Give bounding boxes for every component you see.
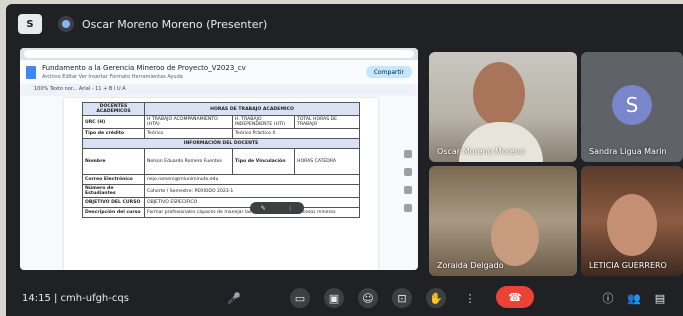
table-header: DOCENTES ACADEMICOS xyxy=(82,102,145,116)
meet-logo-icon: S xyxy=(18,14,42,34)
table-cell: nejo.romero@miuniminuto.edu xyxy=(144,174,360,185)
table-cell: TOTAL HORAS DE TRABAJO xyxy=(294,115,360,129)
doc-table: DOCENTES ACADEMICOS HORAS DE TRABAJO ACA… xyxy=(82,102,360,218)
contacts-icon xyxy=(404,204,412,212)
docs-icon xyxy=(26,65,36,79)
calendar-icon xyxy=(404,150,412,158)
table-cell: Número de Estudiantes xyxy=(82,184,145,198)
people-icon[interactable]: 👥 xyxy=(624,288,644,308)
info-icon[interactable]: ⓘ xyxy=(598,288,618,308)
participant-tile[interactable]: S Sandra Ligua Marin xyxy=(581,52,683,162)
doc-area: DOCENTES ACADEMICOS HORAS DE TRABAJO ACA… xyxy=(20,96,418,270)
participant-name: Sandra Ligua Marin xyxy=(589,147,667,156)
hand-icon[interactable]: ✋ xyxy=(426,288,446,308)
table-section-header: INFORMACIÓN DEL DOCENTE xyxy=(82,138,360,149)
table-cell: Correo Electrónico xyxy=(82,174,145,185)
table-cell: H TRABAJO ACOMPAÑAMIENTO (HTA) xyxy=(143,115,234,129)
more-icon[interactable]: ⋮ xyxy=(460,288,480,308)
table-cell: URC (H) xyxy=(82,115,145,129)
present-icon[interactable]: ⊡ xyxy=(392,288,412,308)
pointer-icon: ✎ xyxy=(260,204,266,212)
participant-tile[interactable]: Oscar Moreno Moreno xyxy=(429,52,577,162)
participant-shirt xyxy=(459,122,543,162)
keep-icon xyxy=(404,168,412,176)
doc-page: DOCENTES ACADEMICOS HORAS DE TRABAJO ACA… xyxy=(64,98,378,270)
end-call-icon: ☎ xyxy=(508,290,522,304)
table-cell: Tipo de crédito xyxy=(82,128,145,139)
browser-bar xyxy=(20,48,418,60)
table-cell: Teórico Práctico X xyxy=(232,128,360,139)
presenting-icon xyxy=(58,16,74,32)
table-cell: Tipo de Vinculación xyxy=(232,148,296,175)
table-cell: Cohorte / Semestre: PERIODO 2023-1 xyxy=(144,184,360,198)
tasks-icon xyxy=(404,186,412,194)
shared-screen: Fundamento a la Gerencia Mineroo de Proy… xyxy=(20,48,418,270)
more-icon: ⋮ xyxy=(287,204,294,212)
table-cell: Descripción del curso xyxy=(82,207,145,218)
participant-name: LETICIA GUERRERO xyxy=(589,261,667,270)
doc-title: Fundamento a la Gerencia Mineroo de Proy… xyxy=(42,64,246,72)
doc-share-button: Compartir xyxy=(365,66,412,78)
participant-tile[interactable]: LETICIA GUERRERO xyxy=(581,166,683,276)
camera-icon[interactable]: ▭ xyxy=(290,288,310,308)
docs-header: Fundamento a la Gerencia Mineroo de Proy… xyxy=(20,60,418,84)
avatar: S xyxy=(612,85,652,125)
docs-side-panel xyxy=(404,150,414,212)
presenter-label: Oscar Moreno Moreno (Presenter) xyxy=(82,17,268,31)
participant-video xyxy=(607,194,657,256)
participant-name: Zoraida Delgado xyxy=(437,261,504,270)
end-call-button[interactable]: ☎ xyxy=(496,286,534,308)
participant-video xyxy=(473,62,525,126)
doc-menu: Archivo Editar Ver Insertar Formato Herr… xyxy=(42,74,183,80)
table-cell: Nombre xyxy=(82,148,145,175)
table-header: HORAS DE TRABAJO ACADEMICO xyxy=(144,102,360,116)
participant-name: Oscar Moreno Moreno xyxy=(437,147,525,156)
top-bar: S Oscar Moreno Moreno (Presenter) xyxy=(6,4,683,44)
meet-window: S Oscar Moreno Moreno (Presenter) Fundam… xyxy=(6,4,683,316)
participant-tile[interactable]: Zoraida Delgado xyxy=(429,166,577,276)
table-cell: Teórico xyxy=(143,128,234,139)
floating-toolbar: ✎ ⋮ xyxy=(250,202,304,214)
captions-icon[interactable]: ▣ xyxy=(324,288,344,308)
mic-icon[interactable]: 🎤 xyxy=(224,288,244,308)
chat-icon[interactable]: ▤ xyxy=(650,288,670,308)
table-cell: OBJETIVO DEL CURSO xyxy=(82,197,145,208)
bottom-bar: 14:15 | cmh-ufgh-cqs 🎤 ▭ ▣ ☺ ⊡ ✋ ⋮ ☎ ⓘ 👥… xyxy=(6,280,683,316)
table-cell: HORAS CATEDRA xyxy=(294,148,360,175)
doc-toolbar: 100% Texto nor... Arial - 11 + B I U A xyxy=(26,84,412,95)
meeting-info: 14:15 | cmh-ufgh-cqs xyxy=(22,292,129,304)
participant-video xyxy=(491,208,539,266)
table-cell: H. TRABAJO INDEPENDIENTE (HTI) xyxy=(232,115,296,129)
emoji-icon[interactable]: ☺ xyxy=(358,288,378,308)
table-cell: Nelson Eduardo Romero Fuentes xyxy=(143,148,234,175)
browser-url xyxy=(24,50,414,58)
